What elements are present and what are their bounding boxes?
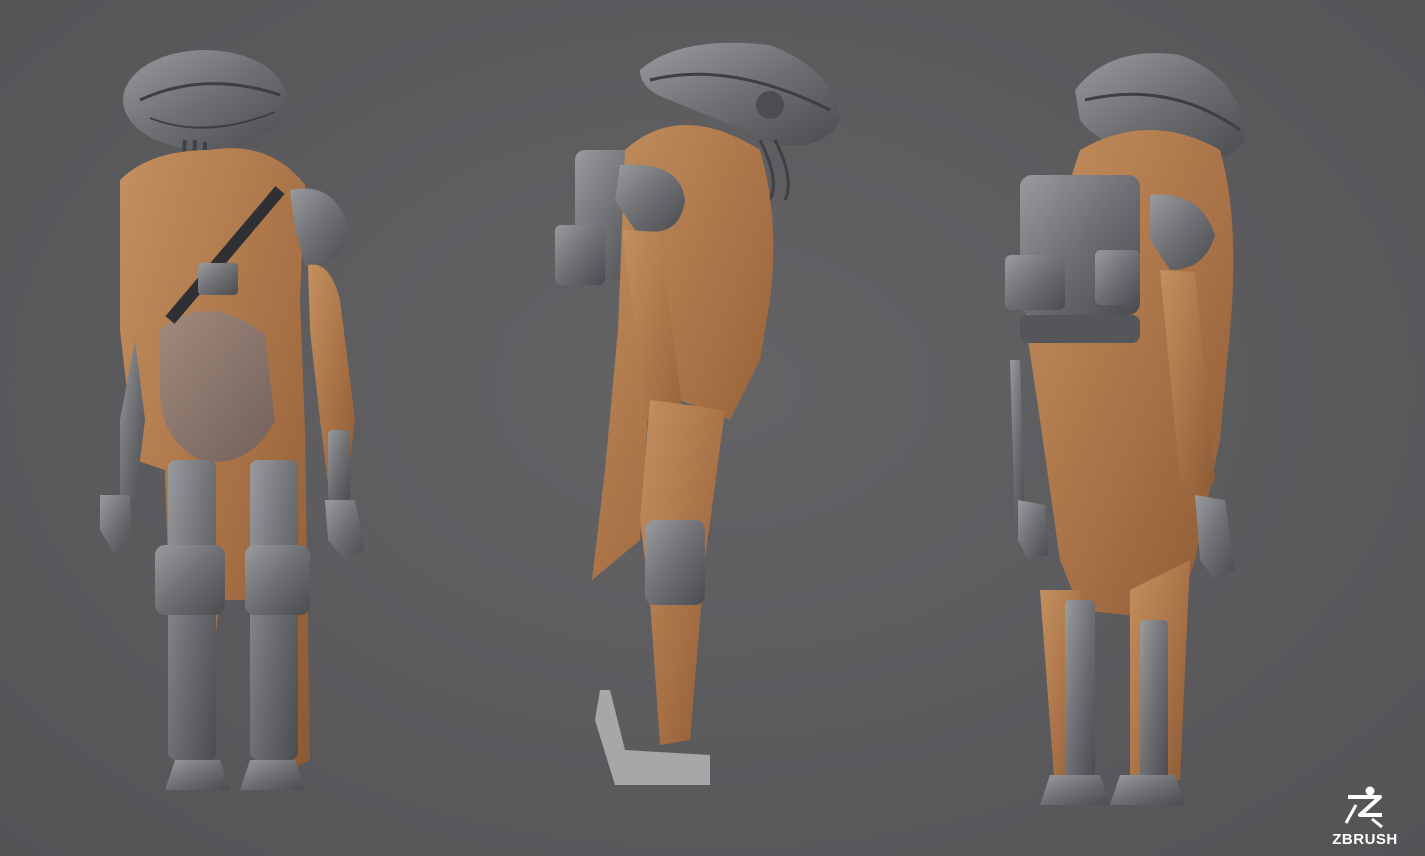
left-hand bbox=[1018, 500, 1048, 560]
helmet bbox=[123, 50, 287, 150]
front-view-figure bbox=[100, 50, 365, 790]
leather-pouch bbox=[160, 311, 275, 462]
back-view-figure bbox=[1005, 53, 1245, 805]
right-hand bbox=[325, 500, 365, 560]
zbrush-logo: ZBRUSH bbox=[1325, 768, 1405, 848]
left-hand bbox=[100, 495, 132, 555]
zbrush-logo-text: ZBRUSH bbox=[1332, 831, 1398, 848]
side-view-figure bbox=[555, 42, 840, 785]
zbrush-viewport[interactable]: ZBRUSH bbox=[0, 0, 1425, 856]
zbrush-logo-icon bbox=[1344, 786, 1383, 829]
right-hand bbox=[1195, 495, 1235, 580]
